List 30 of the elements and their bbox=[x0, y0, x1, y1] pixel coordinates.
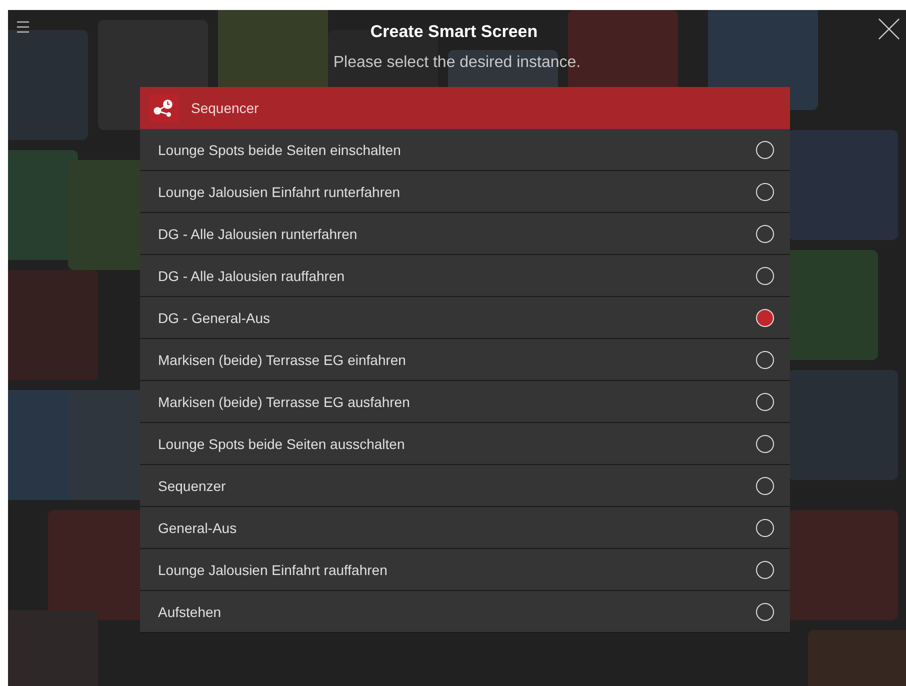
instance-option[interactable]: Lounge Jalousien Einfahrt rauffahren bbox=[140, 549, 790, 591]
radio-button[interactable] bbox=[756, 518, 774, 536]
radio-button[interactable] bbox=[756, 560, 774, 578]
instance-option[interactable]: Lounge Spots beide Seiten ausschalten bbox=[140, 423, 790, 465]
radio-button[interactable] bbox=[756, 350, 774, 368]
instance-option[interactable]: General-Aus bbox=[140, 507, 790, 549]
group-label: Sequencer bbox=[191, 100, 259, 116]
radio-button[interactable] bbox=[756, 266, 774, 284]
instance-option[interactable]: Sequenzer bbox=[140, 465, 790, 507]
radio-button[interactable] bbox=[756, 602, 774, 620]
sequencer-icon bbox=[150, 94, 178, 122]
menu-icon[interactable] bbox=[16, 20, 30, 34]
instance-option[interactable]: Markisen (beide) Terrasse EG ausfahren bbox=[140, 381, 790, 423]
instance-option[interactable]: Aufstehen bbox=[140, 591, 790, 633]
instance-option[interactable]: Lounge Spots beide Seiten einschalten bbox=[140, 129, 790, 171]
close-icon[interactable] bbox=[878, 18, 900, 40]
radio-button[interactable] bbox=[756, 434, 774, 452]
instance-option[interactable]: DG - General-Aus bbox=[140, 297, 790, 339]
instance-option[interactable]: Lounge Jalousien Einfahrt runterfahren bbox=[140, 171, 790, 213]
radio-button[interactable] bbox=[756, 224, 774, 242]
radio-button[interactable] bbox=[756, 140, 774, 158]
radio-button[interactable] bbox=[756, 182, 774, 200]
radio-button[interactable] bbox=[756, 392, 774, 410]
instance-option[interactable]: Markisen (beide) Terrasse EG einfahren bbox=[140, 339, 790, 381]
dialog-title: Create Smart Screen bbox=[370, 22, 538, 42]
radio-button[interactable] bbox=[756, 308, 774, 326]
instance-option[interactable]: DG - Alle Jalousien runterfahren bbox=[140, 213, 790, 255]
instruction-text: Please select the desired instance. bbox=[333, 54, 581, 72]
instance-option[interactable]: DG - Alle Jalousien rauffahren bbox=[140, 255, 790, 297]
radio-button[interactable] bbox=[756, 476, 774, 494]
